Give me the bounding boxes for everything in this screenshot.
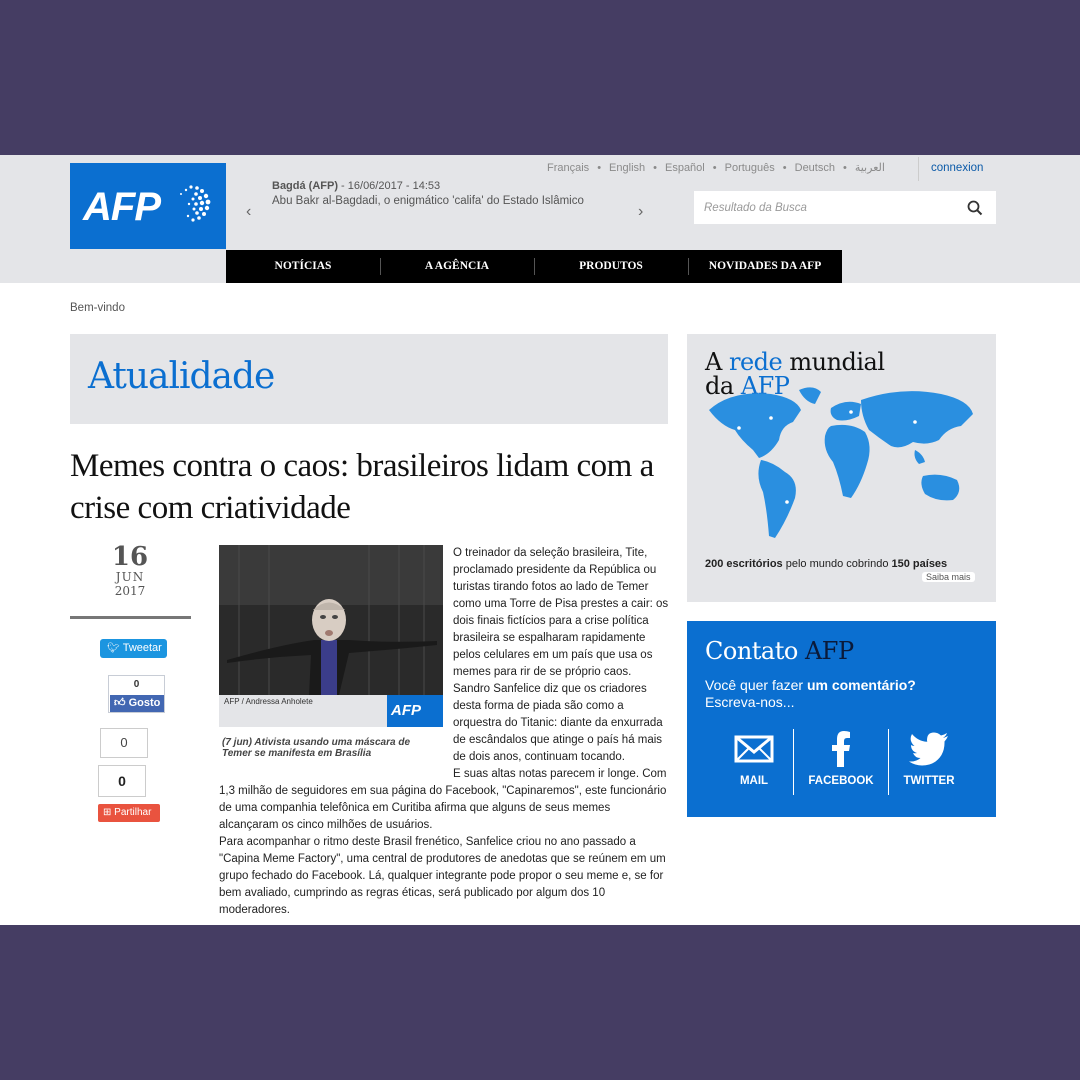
twitter-icon: 🐦︎: [107, 643, 120, 654]
search-input[interactable]: [694, 191, 954, 224]
photo-spacer: [219, 545, 453, 777]
section-title: Atualidade: [88, 356, 275, 397]
like-label: Gosto: [128, 697, 161, 709]
article-date: 16 JUN 2017: [70, 543, 190, 598]
date-month: JUN: [115, 570, 145, 584]
sub-part: Você quer fazer: [705, 677, 807, 693]
lang-french[interactable]: Français: [547, 162, 589, 174]
browser-page: AFP ‹ Bagdá (AFP) - 16/06/2017 - 14:53 A…: [0, 155, 1080, 925]
divider: [70, 616, 191, 619]
language-menu: Français • English • Español • Português • Deuts…: [547, 161, 885, 174]
separator: •: [782, 162, 787, 174]
twitter-icon: [909, 732, 948, 766]
like-button[interactable]: 👍︎ Gosto: [110, 695, 164, 712]
title-part: Contato: [705, 637, 805, 665]
section-banner: Atualidade: [70, 334, 668, 424]
site-header: AFP ‹ Bagdá (AFP) - 16/06/2017 - 14:53 A…: [0, 155, 1080, 283]
nav-agencia[interactable]: A AGÊNCIA: [380, 250, 534, 283]
nav-noticias[interactable]: NOTÍCIAS: [226, 250, 380, 283]
news-ticker: ‹ Bagdá (AFP) - 16/06/2017 - 14:53 Abu B…: [246, 177, 656, 221]
chevron-left-icon[interactable]: ‹: [246, 203, 251, 221]
contact-facebook[interactable]: FACEBOOK: [791, 731, 891, 787]
contact-twitter[interactable]: TWITTER: [879, 731, 979, 787]
learn-more-link[interactable]: Saiba mais: [922, 572, 975, 582]
contact-subtitle: Você quer fazer um comentário? Escreva-n…: [705, 677, 916, 711]
search-icon[interactable]: [966, 199, 984, 217]
title-part: mundial: [782, 348, 885, 376]
chevron-right-icon[interactable]: ›: [638, 203, 643, 221]
network-widget[interactable]: A rede mundial da AFP 200 escritórios pe…: [687, 334, 996, 602]
login-link[interactable]: connexion: [918, 157, 983, 181]
stats-text: pelo mundo cobrindo: [782, 558, 892, 570]
mail-icon: [734, 735, 774, 763]
separator: •: [653, 162, 657, 174]
mail-label: MAIL: [739, 775, 769, 787]
ticker-source-line: Bagdá (AFP) - 16/06/2017 - 14:53: [272, 180, 440, 192]
afp-logo[interactable]: AFP: [70, 163, 226, 249]
separator: •: [712, 162, 717, 174]
title-part: AFP: [804, 637, 854, 665]
offices-count: 200 escritórios: [705, 558, 783, 570]
tweet-label: Tweetar: [122, 642, 162, 654]
article-body: O treinador da seleção brasileira, Tite,…: [219, 545, 669, 919]
plus-icon: ⊞: [103, 807, 115, 818]
contact-title: Contato AFP: [705, 637, 854, 665]
date-year: 2017: [114, 584, 146, 598]
ticker-source: Bagdá (AFP): [272, 180, 338, 192]
sub-part: um comentário?: [806, 677, 916, 693]
article-title: Memes contra o caos: brasileiros lidam c…: [70, 448, 654, 526]
main-nav: NOTÍCIAS A AGÊNCIA PRODUTOS NOVIDADES DA…: [226, 250, 842, 283]
tweet-button[interactable]: 🐦︎ Tweetar: [100, 639, 167, 658]
separator: •: [842, 162, 847, 174]
share-button[interactable]: ⊞ Partilhar: [98, 804, 160, 822]
share-count-total: 0: [98, 765, 146, 797]
like-count: 0: [133, 679, 140, 690]
date-day: 16: [111, 542, 149, 572]
nav-produtos[interactable]: PRODUTOS: [534, 250, 688, 283]
search-box: [694, 191, 996, 224]
separator: •: [597, 162, 602, 174]
facebook-icon: [832, 731, 850, 767]
facebook-like-widget: 0 👍︎ Gosto: [108, 675, 165, 713]
lang-german[interactable]: Deutsch: [795, 162, 835, 174]
contact-mail[interactable]: MAIL: [704, 731, 804, 787]
nav-novidades[interactable]: NOVIDADES DA AFP: [688, 250, 842, 283]
twitter-label: TWITTER: [903, 775, 955, 787]
world-map: [709, 387, 973, 538]
ticker-date: - 16/06/2017 - 14:53: [338, 180, 441, 192]
share-count: 0: [100, 728, 148, 758]
lang-english[interactable]: English: [609, 162, 645, 174]
sub-part: Escreva-nos...: [705, 694, 795, 710]
share-label: Partilhar: [114, 807, 152, 818]
lang-arabic[interactable]: العربية: [855, 162, 885, 174]
contact-widget: Contato AFP Você quer fazer um comentári…: [687, 621, 996, 817]
countries-count: 150 países: [891, 558, 948, 570]
network-stats: 200 escritórios pelo mundo cobrindo 150 …: [705, 558, 947, 570]
breadcrumb[interactable]: Bem-vindo: [70, 302, 125, 314]
article-paragraph: Para acompanhar o ritmo deste Brasil fre…: [219, 836, 666, 916]
globe-icon: [180, 185, 211, 222]
facebook-label: FACEBOOK: [808, 775, 874, 787]
logo-text: AFP: [83, 185, 161, 229]
thumbs-up-icon: 👍︎: [114, 697, 129, 709]
lang-spanish[interactable]: Español: [665, 162, 705, 174]
ticker-headline[interactable]: Abu Bakr al-Bagdadi, o enigmático 'calif…: [272, 195, 584, 207]
lang-portuguese[interactable]: Português: [725, 162, 775, 174]
